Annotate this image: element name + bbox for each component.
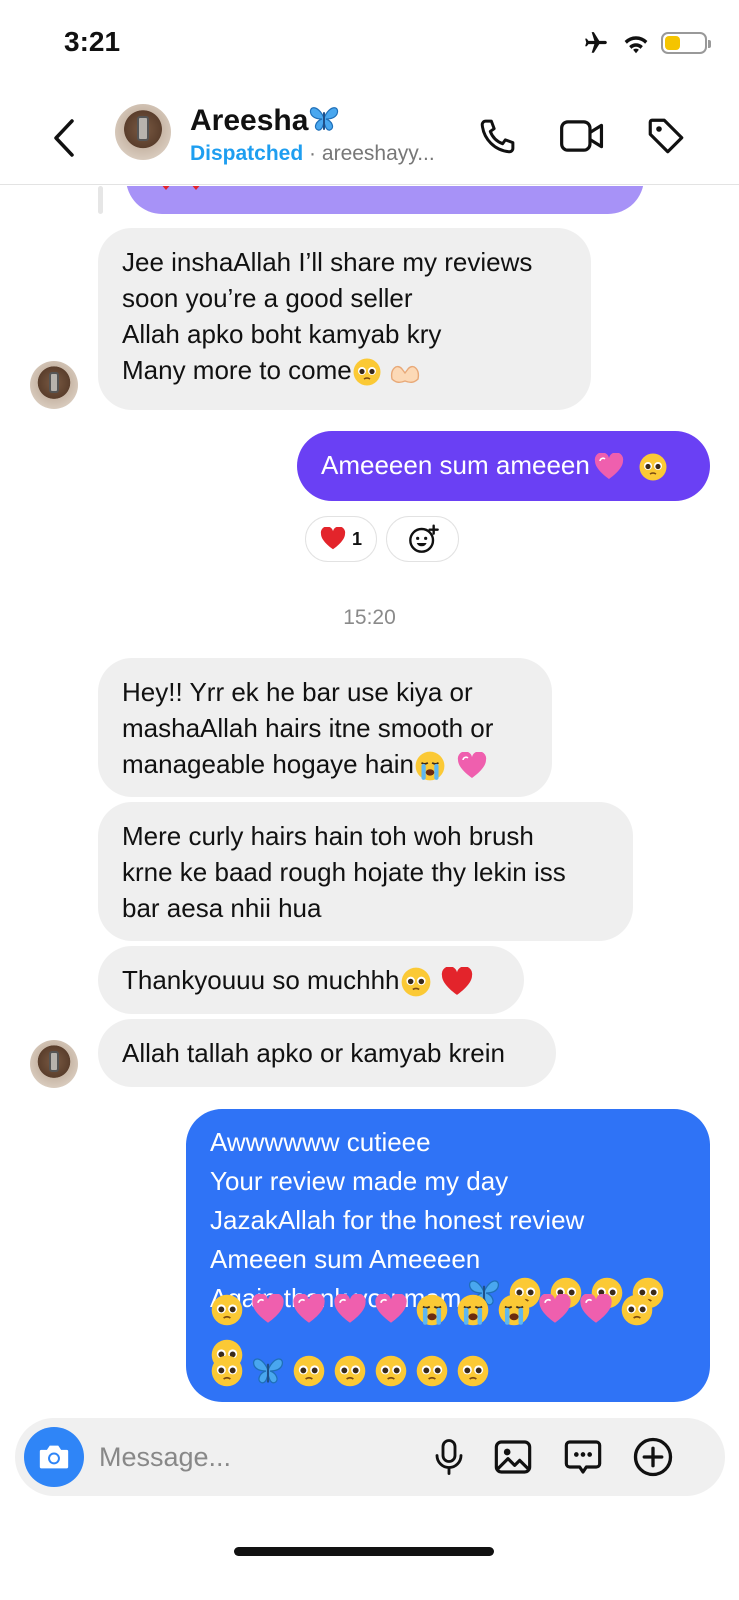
pink-heart-emoji bbox=[374, 1293, 408, 1336]
message-input[interactable] bbox=[99, 1418, 419, 1496]
pleading-face-emoji bbox=[292, 1354, 326, 1399]
status-icons bbox=[581, 30, 711, 56]
reaction-count: 1 bbox=[351, 528, 362, 549]
more-options-button[interactable] bbox=[631, 1435, 675, 1479]
crying-face-emoji bbox=[497, 1293, 531, 1338]
add-reaction-icon bbox=[408, 524, 439, 553]
airplane-icon bbox=[585, 32, 607, 53]
message-text: Many more to come bbox=[122, 352, 567, 388]
message-text: manageable hogaye hain bbox=[122, 746, 528, 782]
received-message[interactable]: Mere curly hairs hain toh woh brush krne… bbox=[98, 802, 633, 941]
sticker-icon bbox=[564, 1440, 602, 1474]
pleading-face-emoji bbox=[353, 358, 381, 386]
butterfly-emoji bbox=[251, 1355, 285, 1398]
contact-name[interactable]: Areesha bbox=[190, 104, 308, 138]
received-message[interactable]: Jee inshaAllah I’ll share my reviews soo… bbox=[98, 228, 591, 410]
emoji-line bbox=[210, 1293, 686, 1370]
pink-heart-emoji bbox=[292, 1293, 326, 1336]
video-camera-icon bbox=[560, 120, 604, 152]
message-text: bar aesa nhii hua bbox=[122, 893, 322, 923]
reaction-badge[interactable]: 1 bbox=[305, 516, 377, 562]
pleading-face-emoji bbox=[374, 1354, 408, 1399]
message-text: krne ke baad rough hojate thy lekin iss bbox=[122, 857, 566, 887]
shipping-status: Dispatched bbox=[190, 142, 304, 165]
pleading-face-emoji bbox=[639, 453, 667, 481]
message-text: Ameeeen sum ameeen bbox=[321, 447, 686, 483]
gallery-button[interactable] bbox=[491, 1435, 535, 1479]
sender-avatar[interactable] bbox=[30, 1040, 78, 1088]
crying-face-emoji bbox=[415, 751, 445, 781]
voice-message-button[interactable] bbox=[427, 1435, 471, 1479]
message-text: Allah tallah apko or kamyab krein bbox=[122, 1038, 505, 1068]
heart-hands-emoji bbox=[390, 366, 419, 384]
received-message[interactable]: Hey!! Yrr ek he bar use kiya or mashaAll… bbox=[98, 658, 552, 797]
heart-emoji bbox=[152, 186, 212, 203]
pink-heart-emoji bbox=[538, 1293, 572, 1336]
microphone-icon bbox=[435, 1439, 463, 1475]
contact-subtitle: Dispatched · areeshayy... bbox=[190, 142, 435, 166]
battery-fill bbox=[665, 36, 681, 50]
chat-header: Areesha Dispatched · areeshayy... bbox=[0, 90, 739, 185]
received-message[interactable]: Allah tallah apko or kamyab krein bbox=[98, 1019, 556, 1087]
pleading-face-emoji bbox=[415, 1354, 449, 1399]
message-text: Hey!! Yrr ek he bar use kiya or bbox=[122, 677, 473, 707]
message-text: Awwwwww cutieee bbox=[210, 1127, 431, 1157]
plus-circle-icon bbox=[633, 1437, 673, 1477]
contact-handle: areeshayy... bbox=[321, 142, 435, 165]
avatar[interactable] bbox=[115, 104, 171, 160]
message-text: Mere curly hairs hain toh woh brush bbox=[122, 821, 534, 851]
sent-message[interactable]: Awwwwww cutieee Your review made my day … bbox=[186, 1109, 710, 1402]
video-call-button[interactable] bbox=[558, 112, 606, 160]
message-thread[interactable]: Jee inshaAllah I’ll share my reviews soo… bbox=[0, 186, 739, 1414]
received-message[interactable]: Thankyouuu so muchhh bbox=[98, 946, 524, 1014]
wifi-icon bbox=[624, 36, 648, 54]
sent-message[interactable]: Ameeeen sum ameeen bbox=[297, 431, 710, 501]
timestamp: 15:20 bbox=[343, 606, 396, 629]
battery-icon bbox=[661, 32, 711, 54]
message-text: Your review made my day bbox=[210, 1166, 509, 1196]
pleading-face-emoji bbox=[456, 1354, 490, 1399]
pink-heart-emoji bbox=[579, 1293, 613, 1336]
tag-button[interactable] bbox=[642, 112, 690, 160]
add-reaction-button[interactable] bbox=[386, 516, 459, 562]
crying-face-emoji bbox=[456, 1293, 490, 1338]
phone-icon bbox=[480, 119, 515, 154]
pink-heart-emoji bbox=[457, 752, 487, 779]
status-time: 3:21 bbox=[64, 26, 121, 57]
reply-line bbox=[98, 186, 103, 214]
message-text: Jee inshaAllah I’ll share my reviews bbox=[122, 247, 533, 277]
pleading-face-emoji bbox=[620, 1293, 654, 1338]
sender-avatar[interactable] bbox=[30, 361, 78, 409]
status-bar: 3:21 bbox=[0, 0, 739, 90]
message-text: Allah apko boht kamyab kry bbox=[122, 319, 442, 349]
message-text: Ameeen sum Ameeeen bbox=[210, 1244, 481, 1274]
separator: · bbox=[309, 142, 317, 165]
pink-heart-emoji bbox=[594, 453, 623, 480]
camera-icon bbox=[39, 1445, 69, 1469]
back-button[interactable] bbox=[44, 114, 84, 162]
message-text: soon you’re a good seller bbox=[122, 283, 413, 313]
message-text: Thankyouuu so muchhh bbox=[122, 962, 500, 998]
crying-face-emoji bbox=[415, 1293, 449, 1338]
red-heart-emoji bbox=[441, 967, 472, 995]
pleading-face-emoji bbox=[210, 1354, 244, 1399]
chevron-left-icon bbox=[54, 119, 74, 157]
pink-heart-emoji bbox=[251, 1293, 285, 1336]
butterfly-icon bbox=[308, 104, 340, 139]
home-indicator[interactable] bbox=[234, 1547, 494, 1556]
pleading-face-emoji bbox=[333, 1354, 367, 1399]
message-text: mashaAllah hairs itne smooth or bbox=[122, 713, 494, 743]
message-text: JazakAllah for the honest review bbox=[210, 1205, 585, 1235]
tag-icon bbox=[648, 118, 684, 154]
pleading-face-emoji bbox=[210, 1293, 244, 1338]
message-composer bbox=[15, 1418, 725, 1496]
call-button[interactable] bbox=[474, 112, 522, 160]
sticker-button[interactable] bbox=[561, 1435, 605, 1479]
pink-heart-emoji bbox=[333, 1293, 367, 1336]
camera-button[interactable] bbox=[24, 1427, 84, 1487]
pleading-face-emoji bbox=[401, 967, 430, 997]
image-icon bbox=[494, 1440, 532, 1474]
red-heart-emoji bbox=[320, 527, 346, 550]
